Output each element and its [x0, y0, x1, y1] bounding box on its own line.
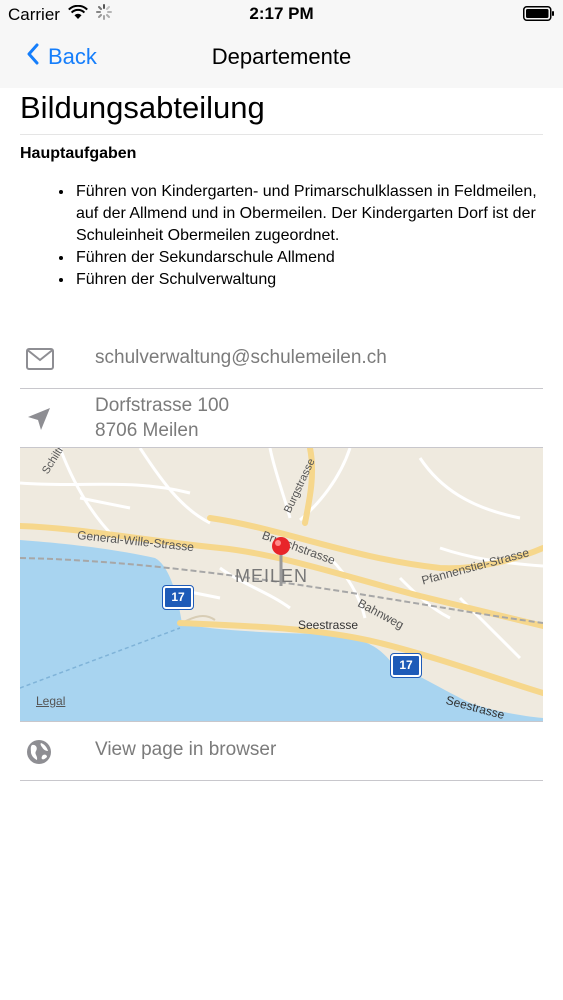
navigation-bar: Back Departemente — [0, 28, 563, 88]
nav-title: Departemente — [211, 44, 352, 69]
battery-icon — [523, 6, 555, 26]
list-item: Führen der Sekundarschule Allmend — [74, 247, 543, 269]
tasks-list: Führen von Kindergarten- und Primarschul… — [20, 181, 543, 291]
globe-icon — [26, 739, 52, 770]
address-line-2: 8706 Meilen — [95, 420, 199, 441]
view-in-browser-link[interactable]: View page in browser — [95, 737, 276, 762]
status-bar: Carrier 2:17 PM — [0, 0, 563, 28]
department-content: Bildungsabteilung Hauptaufgaben Führen v… — [20, 88, 543, 291]
route-shield-icon: 17 — [390, 653, 422, 678]
email-row[interactable]: schulverwaltung@schulemeilen.ch — [20, 330, 543, 389]
address-row[interactable]: Dorfstrasse 100 8706 Meilen — [20, 389, 543, 448]
envelope-icon — [26, 348, 54, 375]
map-legal-link[interactable]: Legal — [36, 694, 65, 708]
tasks-heading: Hauptaufgaben — [20, 145, 137, 162]
location-map[interactable]: Schiltrain General-Wille-Strasse Burgstr… — [20, 448, 543, 722]
status-time: 2:17 PM — [249, 4, 314, 23]
street-label: Seestrasse — [298, 618, 359, 632]
email-link[interactable]: schulverwaltung@schulemeilen.ch — [95, 345, 387, 370]
list-item: Führen der Schulverwaltung — [74, 269, 543, 291]
address-line-1: Dorfstrasse 100 — [95, 395, 230, 416]
browser-row[interactable]: View page in browser — [20, 722, 543, 781]
department-title: Bildungsabteilung — [20, 90, 543, 135]
list-item: Führen von Kindergarten- und Primarschul… — [74, 181, 543, 247]
route-shield-icon: 17 — [162, 585, 194, 610]
location-arrow-icon — [26, 406, 52, 437]
